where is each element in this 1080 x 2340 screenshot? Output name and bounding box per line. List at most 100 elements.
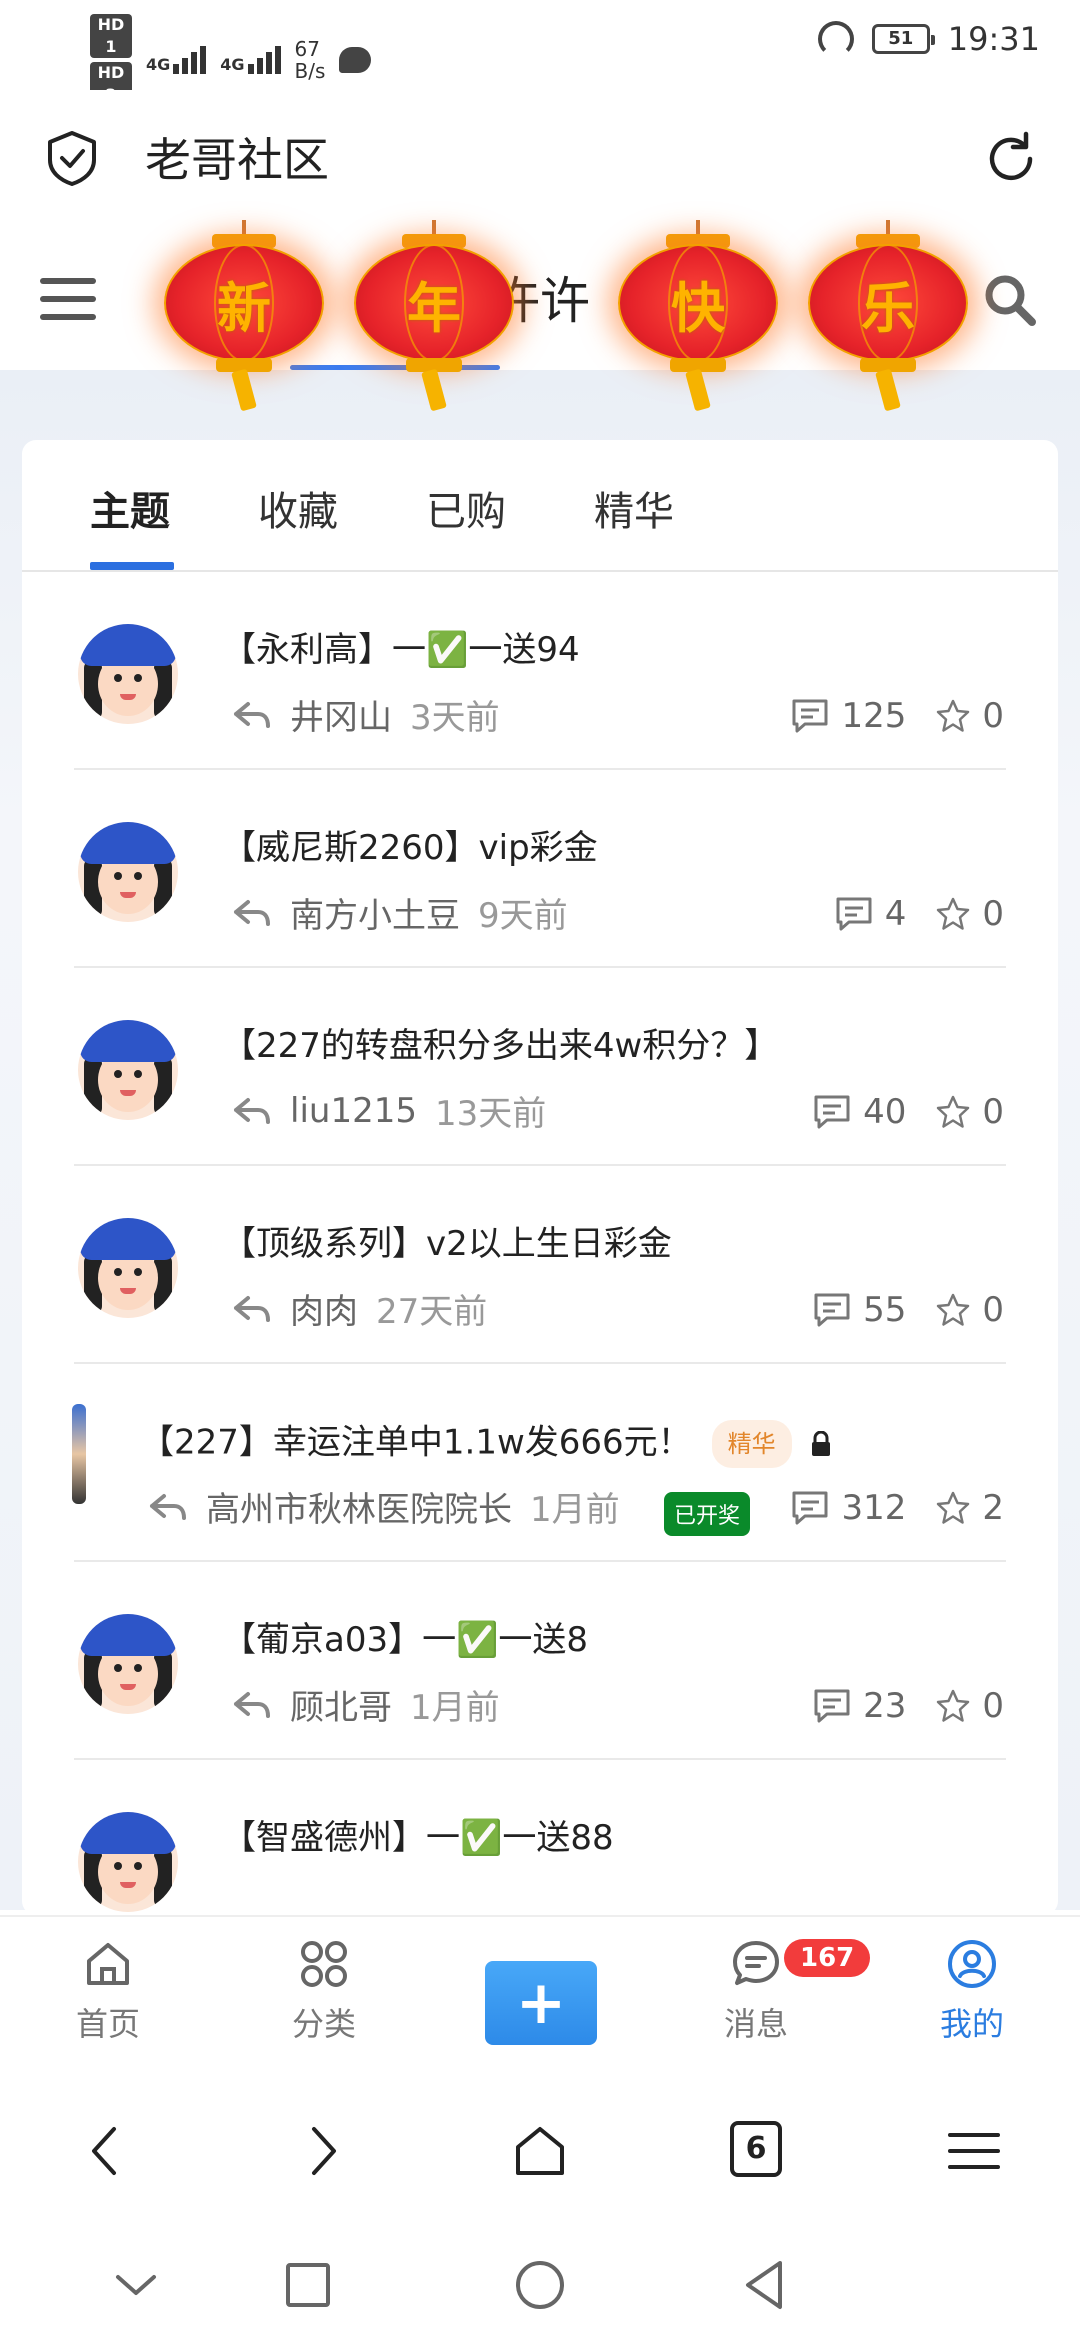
menu-icon[interactable]	[40, 278, 96, 324]
list-item[interactable]: 【威尼斯2260】vip彩金 南方小土豆 9天前 4 0	[22, 770, 1058, 968]
signal-bars-icon	[173, 46, 207, 74]
lantern-decoration: 年	[354, 220, 514, 412]
list-item[interactable]: 【227的转盘积分多出来4w积分？】 liu1215 13天前 40 0	[22, 968, 1058, 1166]
avatar[interactable]	[78, 1218, 178, 1318]
post-time: 3天前	[410, 698, 500, 738]
star-icon[interactable]	[936, 699, 970, 733]
drawn-badge: 已开奖	[664, 1492, 751, 1536]
signal-1: 4G	[146, 46, 207, 74]
status-right: 51 19:31	[817, 20, 1040, 58]
tab-mine[interactable]: 我的	[912, 1937, 1032, 2045]
post-title[interactable]: 【葡京a03】一✅一送8	[222, 1618, 588, 1662]
forward-icon[interactable]	[292, 2121, 352, 2181]
back-icon[interactable]	[76, 2121, 136, 2181]
add-post-button[interactable]: +	[485, 1961, 597, 2045]
lock-icon	[811, 1431, 830, 1456]
tab-featured[interactable]: 精华	[594, 488, 674, 536]
tab-topics[interactable]: 主题	[90, 488, 170, 536]
star-icon[interactable]	[936, 897, 970, 931]
post-stats: 125 0	[791, 696, 1004, 736]
search-icon[interactable]	[980, 270, 1040, 330]
home-browser-icon[interactable]	[510, 2121, 570, 2181]
comment-count: 4	[884, 894, 907, 934]
post-stats: 4 0	[835, 894, 1004, 934]
reload-icon[interactable]	[982, 130, 1040, 188]
post-author[interactable]: liu1215	[290, 1091, 417, 1131]
post-author[interactable]: 顾北哥	[290, 1680, 392, 1729]
avatar[interactable]	[78, 1812, 178, 1912]
post-author[interactable]: 南方小土豆	[290, 888, 460, 937]
post-title[interactable]: 【227】幸运注单中1.1w发666元！	[140, 1423, 692, 1463]
home-circle-icon[interactable]	[510, 2255, 570, 2315]
post-title[interactable]: 【227的转盘积分多出来4w积分？】	[222, 1024, 778, 1068]
post-stats: 40 0	[813, 1092, 1004, 1132]
tab-category[interactable]: 分类	[264, 1937, 384, 2045]
reply-icon	[234, 1691, 270, 1718]
tab-home[interactable]: 首页	[48, 1937, 168, 2045]
list-item[interactable]: 【顶级系列】v2以上生日彩金 肉肉 27天前 55 0	[22, 1166, 1058, 1364]
avatar[interactable]	[78, 1020, 178, 1120]
star-count: 0	[982, 1092, 1004, 1132]
tab-home-label: 首页	[75, 2005, 140, 2043]
post-meta: liu1215 13天前	[232, 1086, 546, 1135]
tab-mine-label: 我的	[939, 2005, 1004, 2043]
post-stats: 312 2	[791, 1488, 1004, 1528]
clock: 19:31	[947, 20, 1040, 58]
star-icon[interactable]	[936, 1491, 970, 1525]
list-item[interactable]: 【葡京a03】一✅一送8 顾北哥 1月前 23 0	[22, 1562, 1058, 1760]
star-count: 0	[982, 1686, 1004, 1726]
post-title[interactable]: 【永利高】一✅一送94	[222, 628, 580, 672]
post-meta: 顾北哥 1月前	[232, 1680, 500, 1729]
speed-gauge-icon	[817, 21, 854, 57]
star-count: 0	[982, 1290, 1004, 1330]
net-speed: 67 B/s	[295, 38, 326, 82]
messages-badge: 167	[784, 1939, 871, 1977]
list-item[interactable]: 【永利高】一✅一送94 井冈山 3天前 125 0	[22, 572, 1058, 770]
post-meta: 井冈山 3天前	[232, 690, 500, 739]
battery-level: 51	[888, 28, 914, 49]
avatar[interactable]	[78, 822, 178, 922]
post-title[interactable]: 【智盛德州】一✅一送88	[222, 1816, 614, 1860]
post-title[interactable]: 【顶级系列】v2以上生日彩金	[222, 1222, 672, 1266]
post-stats: 23 0	[813, 1686, 1004, 1726]
forum-header: 许许 新 年 快 乐	[0, 220, 1080, 412]
post-author[interactable]: 高州市秋林医院院长	[206, 1482, 512, 1531]
app-title-bar: 老哥社区	[0, 90, 1080, 220]
back-triangle-icon[interactable]	[736, 2255, 796, 2315]
list-item[interactable]: 【智盛德州】一✅一送88	[22, 1760, 1058, 1915]
browser-nav-bar: 6	[0, 2075, 1080, 2225]
message-icon	[733, 1941, 779, 1985]
star-icon[interactable]	[936, 1293, 970, 1327]
tab-messages-label: 消息	[723, 2005, 788, 2043]
avatar[interactable]	[72, 1404, 86, 1504]
signal-bars-icon	[247, 46, 281, 74]
reply-icon	[234, 1295, 270, 1322]
post-author[interactable]: 肉肉	[290, 1284, 358, 1333]
tabs-count-button[interactable]: 6	[730, 2121, 782, 2177]
chevron-down-icon[interactable]	[106, 2255, 166, 2315]
lantern-decoration: 快	[618, 220, 778, 412]
browser-menu-icon[interactable]	[944, 2121, 1004, 2181]
post-title-wrap[interactable]: 【227】幸运注单中1.1w发666元！ 精华	[140, 1420, 832, 1468]
star-icon[interactable]	[936, 1095, 970, 1129]
chat-notification-icon	[339, 47, 372, 73]
post-author[interactable]: 井冈山	[290, 690, 392, 739]
comment-icon	[814, 1689, 850, 1723]
lantern-char: 新	[217, 277, 271, 340]
list-item[interactable]: 【227】幸运注单中1.1w发666元！ 精华 高州市秋林医院院长 1月前 已开奖…	[22, 1364, 1058, 1562]
tabs-bar: 主题 收藏 已购 精华	[22, 440, 1058, 572]
comment-count: 40	[863, 1092, 907, 1132]
avatar[interactable]	[78, 1614, 178, 1714]
comment-icon	[792, 699, 828, 733]
post-title[interactable]: 【威尼斯2260】vip彩金	[222, 826, 598, 870]
star-icon[interactable]	[936, 1689, 970, 1723]
comment-icon	[814, 1095, 850, 1129]
avatar[interactable]	[78, 624, 178, 724]
tab-purchased[interactable]: 已购	[426, 488, 506, 536]
comment-icon	[792, 1491, 828, 1525]
recents-icon[interactable]	[278, 2255, 338, 2315]
tab-favorites[interactable]: 收藏	[258, 488, 338, 536]
comment-icon	[814, 1293, 850, 1327]
reply-icon	[234, 1097, 270, 1124]
post-meta: 高州市秋林医院院长 1月前	[148, 1482, 620, 1531]
